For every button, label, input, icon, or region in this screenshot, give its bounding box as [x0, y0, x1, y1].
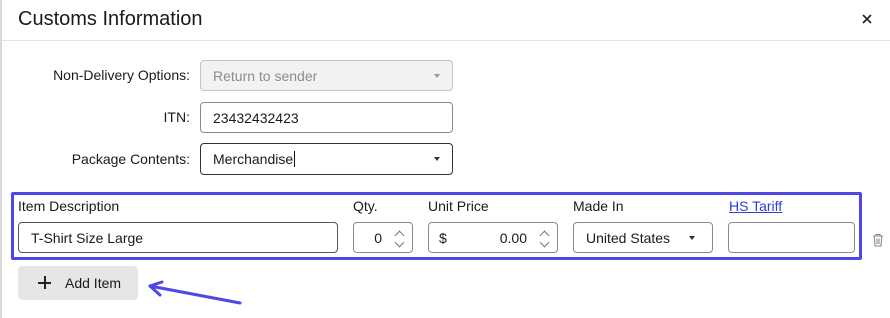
itn-input[interactable]: 23432432423	[200, 102, 453, 133]
arrow-icon	[148, 280, 242, 305]
qty-value: 0	[374, 229, 382, 246]
chevron-down-icon	[689, 235, 695, 240]
stepper-arrows-icon[interactable]	[539, 228, 550, 248]
item-description-input[interactable]: T-Shirt Size Large	[18, 222, 338, 253]
item-description-header: Item Description	[18, 198, 120, 214]
plus-icon	[38, 276, 51, 289]
non-delivery-select[interactable]: Return to sender	[200, 60, 453, 91]
close-icon[interactable]	[856, 8, 878, 30]
non-delivery-value: Return to sender	[213, 67, 318, 84]
package-contents-value: Merchandise	[213, 151, 294, 167]
made-in-select[interactable]: United States	[573, 222, 713, 253]
chevron-down-icon	[434, 73, 440, 78]
chevron-down-icon	[434, 157, 440, 161]
qty-header: Qty.	[353, 198, 378, 214]
add-item-label: Add Item	[65, 275, 122, 291]
dialog-title: Customs Information	[18, 8, 203, 30]
made-in-value: United States	[586, 229, 671, 246]
package-contents-select[interactable]: Merchandise	[200, 143, 453, 175]
unit-price-value: 0.00	[499, 229, 527, 246]
made-in-header: Made In	[573, 198, 624, 214]
customs-dialog: Customs Information Non-Delivery Options…	[0, 0, 890, 318]
unit-price-stepper[interactable]: $ 0.00	[428, 222, 558, 253]
hs-tariff-input[interactable]	[728, 222, 855, 253]
currency-symbol: $	[439, 229, 447, 246]
text-cursor	[294, 151, 296, 167]
package-contents-label: Package Contents:	[71, 151, 190, 167]
non-delivery-label: Non-Delivery Options:	[53, 67, 190, 83]
dialog-header: Customs Information	[2, 0, 890, 41]
hs-tariff-link[interactable]: HS Tariff	[729, 198, 782, 214]
item-description-value: T-Shirt Size Large	[31, 229, 144, 246]
trash-icon[interactable]	[872, 233, 884, 247]
stepper-arrows-icon[interactable]	[394, 228, 405, 248]
unit-price-header: Unit Price	[428, 198, 489, 214]
itn-label: ITN:	[163, 109, 190, 125]
add-item-button[interactable]: Add Item	[18, 266, 138, 300]
qty-stepper[interactable]: 0	[353, 222, 413, 253]
itn-value: 23432432423	[213, 109, 299, 126]
